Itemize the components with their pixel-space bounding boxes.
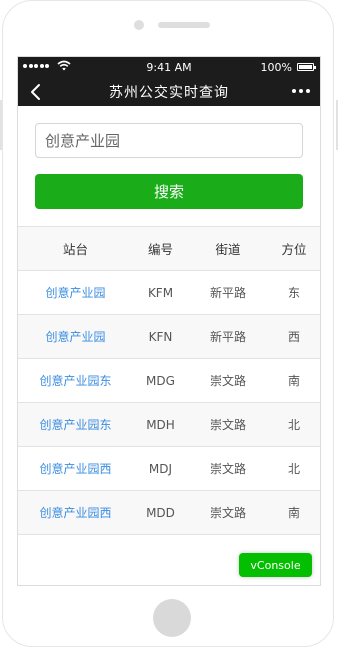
- table-row[interactable]: 创意产业园东 MDH 崇文路 北: [18, 403, 320, 447]
- street-name: 崇文路: [209, 374, 246, 388]
- phone-screen: 9:41 AM 100% 苏州公交实时查询 搜索 站台 编号 街道 方位 创意产…: [17, 56, 321, 586]
- table-row[interactable]: 创意产业园 KFM 新平路 东: [18, 271, 320, 315]
- station-code: KFN: [148, 329, 173, 344]
- search-input[interactable]: [35, 123, 303, 158]
- station-name-link[interactable]: 创意产业园: [18, 284, 133, 301]
- table-row[interactable]: 创意产业园西 MDD 崇文路 南: [18, 491, 320, 535]
- camera-dot: [134, 20, 144, 30]
- column-header-station: 站台: [62, 242, 88, 257]
- column-header-street: 街道: [215, 242, 241, 257]
- station-name-link[interactable]: 创意产业园东: [18, 372, 133, 389]
- street-name: 崇文路: [209, 418, 246, 432]
- table-row[interactable]: 创意产业园西 MDJ 崇文路 北: [18, 447, 320, 491]
- direction: 南: [287, 506, 300, 520]
- direction: 东: [287, 286, 300, 300]
- station-code: MDJ: [148, 461, 173, 476]
- search-button[interactable]: 搜索: [35, 174, 303, 209]
- table-header: 站台 编号 街道 方位: [18, 226, 320, 271]
- station-code: KFM: [147, 285, 174, 300]
- battery-icon: [297, 63, 316, 71]
- station-code: MDH: [146, 417, 175, 432]
- street-name: 新平路: [209, 286, 246, 300]
- table-row[interactable]: 创意产业园东 MDG 崇文路 南: [18, 359, 320, 403]
- direction: 南: [287, 374, 300, 388]
- station-code: MDD: [146, 505, 175, 520]
- battery-percent: 100%: [260, 61, 292, 74]
- home-button[interactable]: [153, 599, 191, 637]
- page-title: 苏州公交实时查询: [109, 85, 229, 101]
- column-header-direction: 方位: [281, 242, 307, 257]
- direction: 西: [287, 330, 300, 344]
- vconsole-button[interactable]: vConsole: [239, 553, 312, 577]
- station-name-link[interactable]: 创意产业园西: [18, 460, 133, 477]
- navigation-bar: 苏州公交实时查询: [18, 77, 320, 106]
- table-row[interactable]: 创意产业园 KFN 新平路 西: [18, 315, 320, 359]
- station-name-link[interactable]: 创意产业园东: [18, 416, 133, 433]
- main-content: 搜索 站台 编号 街道 方位 创意产业园 KFM 新平路 东 创意产业园 KFN…: [18, 106, 320, 585]
- station-code: MDG: [146, 373, 175, 388]
- station-name-link[interactable]: 创意产业园西: [18, 504, 133, 521]
- chevron-left-icon[interactable]: [27, 83, 47, 101]
- direction: 北: [287, 462, 300, 476]
- street-name: 新平路: [209, 330, 246, 344]
- street-name: 崇文路: [209, 506, 246, 520]
- station-name-link[interactable]: 创意产业园: [18, 328, 133, 345]
- column-header-code: 编号: [147, 242, 173, 257]
- more-dots-icon[interactable]: [292, 89, 310, 93]
- speaker-grille: [158, 22, 210, 28]
- direction: 北: [287, 418, 300, 432]
- street-name: 崇文路: [209, 462, 246, 476]
- station-table: 站台 编号 街道 方位 创意产业园 KFM 新平路 东 创意产业园 KFN 新平…: [18, 226, 320, 535]
- side-button: [0, 100, 2, 150]
- status-bar: 9:41 AM 100%: [18, 57, 320, 77]
